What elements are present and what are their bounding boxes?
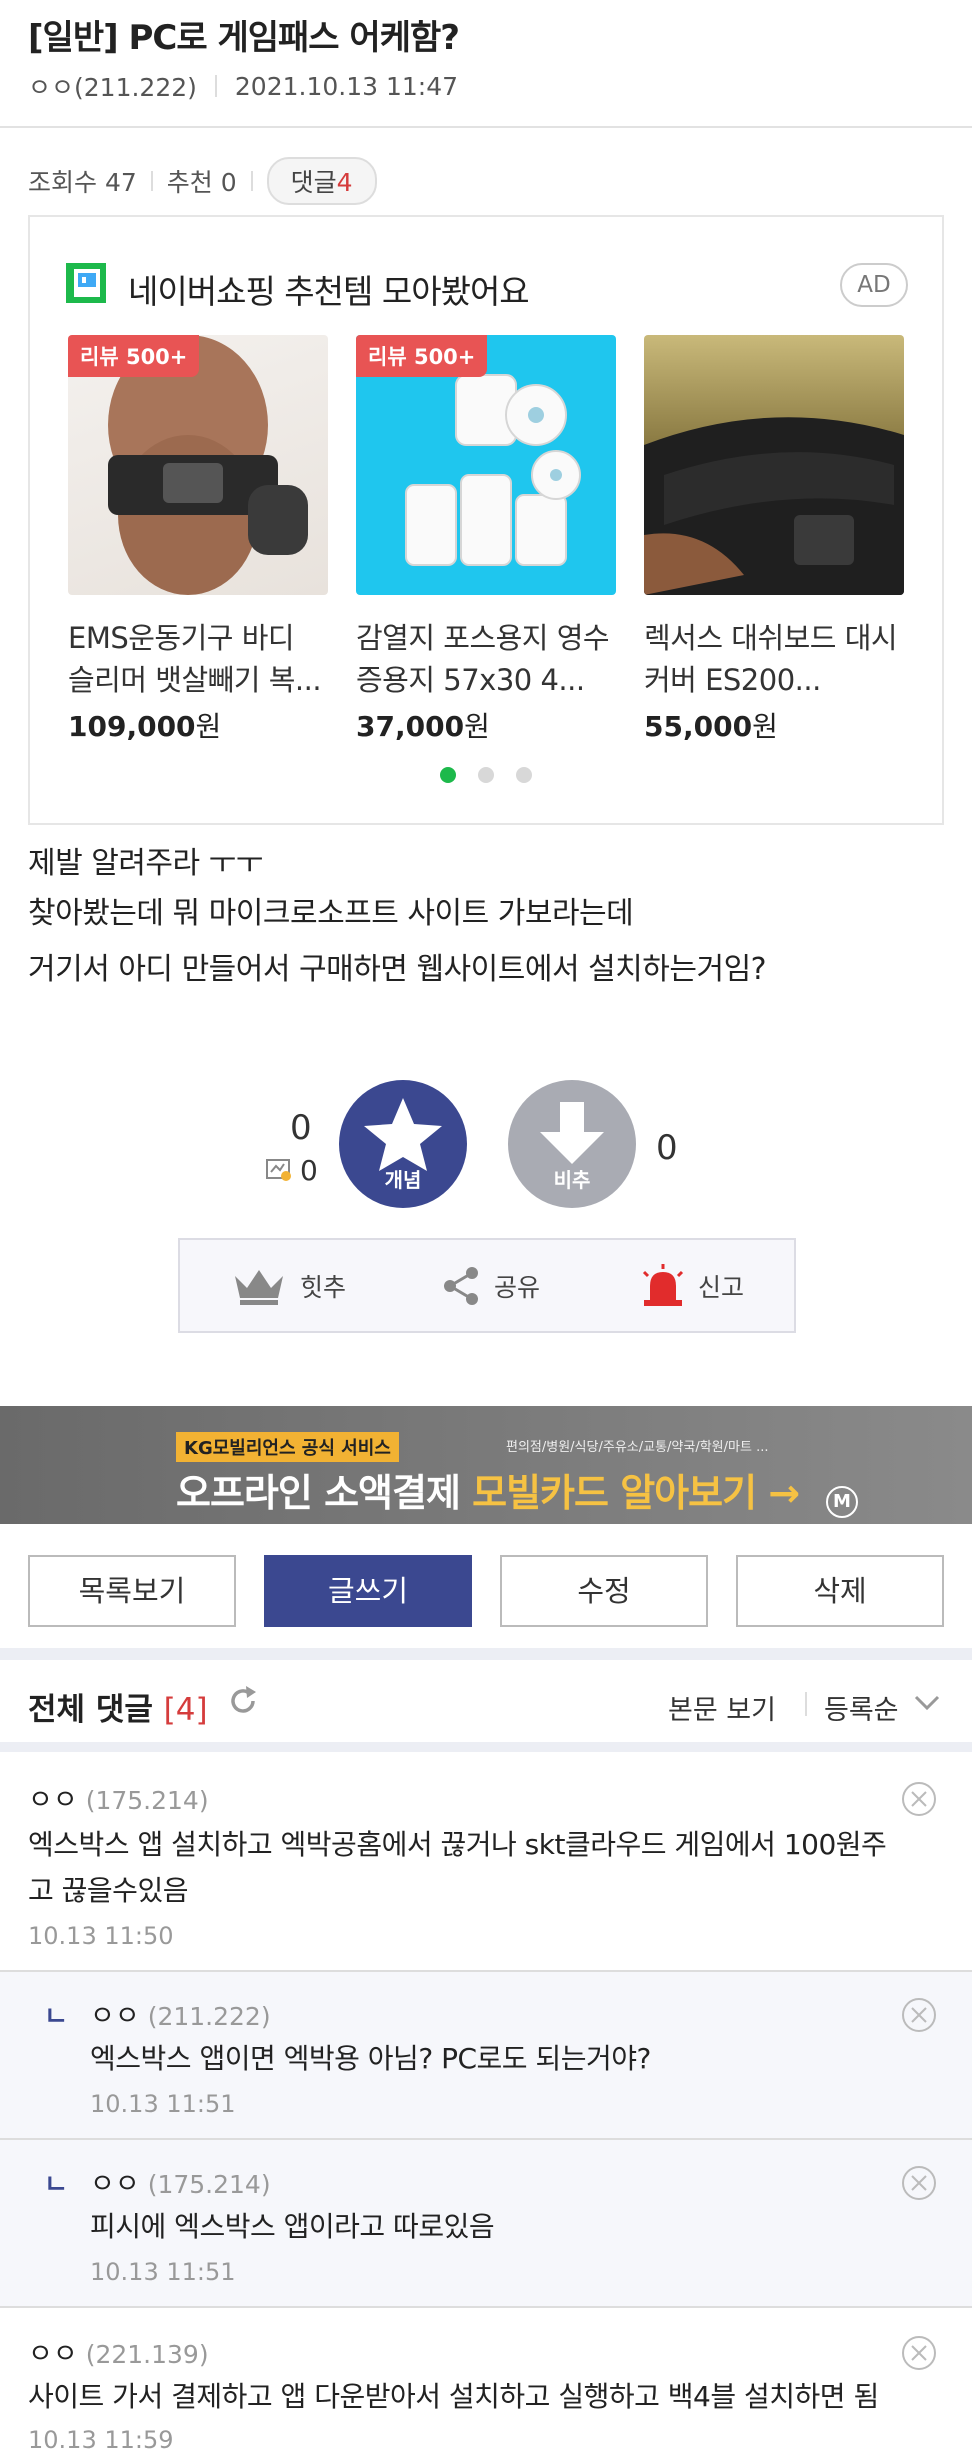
hit-recommend-label: 힛추 [300,1272,347,1302]
delete-comment-icon[interactable] [900,2334,938,2372]
carousel-dot[interactable] [516,767,532,783]
comment-text: 엑스박스 앱이면 엑박용 아님? PC로도 되는거야? [90,2042,651,2075]
product-card[interactable]: 리뷰 500+ EMS운동기구 바디 슬리머 뱃살빼기 복... 109,000… [68,335,328,745]
delete-comment-icon[interactable] [900,1996,938,2034]
comment-date: 10.13 11:59 [28,2426,174,2454]
comment-item: ㅇㅇ (221.139) 사이트 가서 결제하고 앱 다운받아서 설치하고 실행하… [0,2308,972,2455]
view-body-link[interactable]: 본문 보기 [668,1688,776,1727]
fixed-nick-icon [266,1158,292,1182]
review-badge: 리뷰 500+ [68,335,200,377]
carousel-dot[interactable] [440,767,456,783]
reply-icon: ㄴ [44,2170,68,2200]
view-count: 조회수 47 [28,168,137,197]
siren-icon [642,1263,684,1306]
product-price: 55,000원 [644,710,778,743]
post-stats: 조회수 47 추천 0 댓글4 [28,157,377,205]
product-image: 리뷰 500+ [356,335,616,595]
product-card[interactable]: 리뷰 500+ 감열지 포스용지 영수증용지 57x30 4... 37,000… [356,335,616,745]
divider [250,171,253,191]
reply-icon: ㄴ [44,2002,68,2032]
share-icon [444,1266,478,1305]
delete-comment-icon[interactable] [900,2164,938,2202]
shopping-ad: 네이버쇼핑 추천템 모아봤어요 AD 리뷰 500+ EMS운동기구 바디 슬리… [28,215,944,825]
downvote-count: 0 [656,1128,678,1168]
post-body-line: 제발 알려주라 ㅜㅜ [28,846,263,881]
post-body-line: 거기서 아디 만들어서 구매하면 웹사이트에서 설치하는거임? [28,952,767,987]
comment-text: 피시에 엑스박스 앱이라고 따로있음 [90,2210,495,2243]
refresh-icon[interactable] [226,1684,260,1718]
post-meta: ㅇㅇ(211.222) 2021.10.13 11:47 [28,68,458,104]
comment-date: 10.13 11:51 [90,2258,236,2286]
comment-item: ㅇㅇ (175.214) 엑스박스 앱 설치하고 엑박공홈에서 끊거나 skt클라… [0,1752,972,1972]
comments-title: 전체 댓글 [4] [28,1692,208,1728]
product-name: EMS운동기구 바디 슬리머 뱃살빼기 복... [68,621,322,697]
downvote-label: 비추 [553,1168,591,1192]
report-label: 신고 [698,1272,745,1302]
comment-text: 엑스박스 앱 설치하고 엑박공홈에서 끊거나 skt클라우드 게임에서 100원… [28,1828,887,1907]
comment-label: 댓글 [290,168,337,197]
post-body-line: 찾아봤는데 뭐 마이크로소프트 사이트 가보라는데 [28,896,634,931]
crown-icon [235,1269,283,1305]
banner-tag: KG모빌리언스 공식 서비스 [176,1432,399,1462]
comment-author[interactable]: ㅇㅇ (175.214) [28,1778,209,1817]
write-button[interactable]: 글쓰기 [264,1555,472,1627]
post-date: 2021.10.13 11:47 [234,71,459,101]
comment-author[interactable]: ㅇㅇ (175.214) [90,2162,271,2201]
comment-date: 10.13 11:50 [28,1922,174,1950]
comment-count: 4 [336,168,353,197]
reply-item: ㄴ ㅇㅇ (211.222) 엑스박스 앱이면 엑박용 아님? PC로도 되는거야… [0,1972,972,2140]
post-author[interactable]: ㅇㅇ(211.222) [28,68,197,104]
fixed-recommend-count: 0 [300,1154,318,1187]
naver-shopping-icon [66,263,106,303]
carousel-dots [30,767,942,783]
delete-comment-icon[interactable] [900,1780,938,1818]
banner-ad[interactable]: KG모빌리언스 공식 서비스 편의점/병원/식당/주유소/교통/약국/학원/마트… [0,1406,972,1524]
recommend-button[interactable]: 개념 [339,1080,467,1208]
hit-recommend-button[interactable]: 힛추 [232,1240,346,1331]
comment-text: 사이트 가서 결제하고 앱 다운받아서 설치하고 실행하고 백4블 설치하면 됨 [28,2380,879,2413]
ad-heading: 네이버쇼핑 추천템 모아봤어요 [128,272,530,311]
section-divider [0,1648,972,1660]
divider [805,1692,807,1716]
reply-item: ㄴ ㅇㅇ (175.214) 피시에 엑스박스 앱이라고 따로있음 10.13 1… [0,2140,972,2308]
list-button[interactable]: 목록보기 [28,1555,236,1627]
product-name: 렉서스 대쉬보드 대시 커버 ES200... [644,621,898,697]
post-action-bar: 힛추 공유 신고 [178,1238,796,1333]
product-price: 37,000원 [356,710,490,743]
delete-button[interactable]: 삭제 [736,1555,944,1627]
report-button[interactable]: 신고 [640,1240,744,1331]
divider [150,171,153,191]
divider [0,126,972,128]
divider [214,75,217,97]
sort-dropdown[interactable]: 등록순 [824,1688,899,1727]
carousel-dot[interactable] [478,767,494,783]
product-name: 감열지 포스용지 영수증용지 57x30 4... [356,621,610,697]
product-image: 리뷰 500+ [68,335,328,595]
recommend-label: 개념 [384,1168,422,1192]
share-button[interactable]: 공유 [440,1240,540,1331]
downvote-button[interactable]: 비추 [508,1080,636,1208]
banner-subtext: 편의점/병원/식당/주유소/교통/약국/학원/마트 ... [506,1440,769,1455]
banner-headline: 오프라인 소액결제 모빌카드 알아보기 → [176,1471,800,1515]
comment-date: 10.13 11:51 [90,2090,236,2118]
post-title: [일반] PC로 게임패스 어케함? [28,18,460,58]
ad-badge[interactable]: AD [840,263,908,307]
comment-count-button[interactable]: 댓글4 [266,157,377,205]
comment-author[interactable]: ㅇㅇ (211.222) [90,1994,271,2033]
review-badge: 리뷰 500+ [356,335,488,377]
edit-button[interactable]: 수정 [500,1555,708,1627]
recommend-count: 추천 0 [166,168,237,197]
comment-author[interactable]: ㅇㅇ (221.139) [28,2332,209,2371]
section-divider [0,1742,972,1752]
banner-m-icon: M [826,1486,858,1518]
chevron-down-icon[interactable] [912,1688,942,1718]
share-label: 공유 [494,1272,541,1302]
product-price: 109,000원 [68,710,222,743]
product-image [644,335,904,595]
product-card[interactable]: 렉서스 대쉬보드 대시 커버 ES200... 55,000원 [644,335,904,745]
recommend-count: 0 [290,1108,312,1148]
